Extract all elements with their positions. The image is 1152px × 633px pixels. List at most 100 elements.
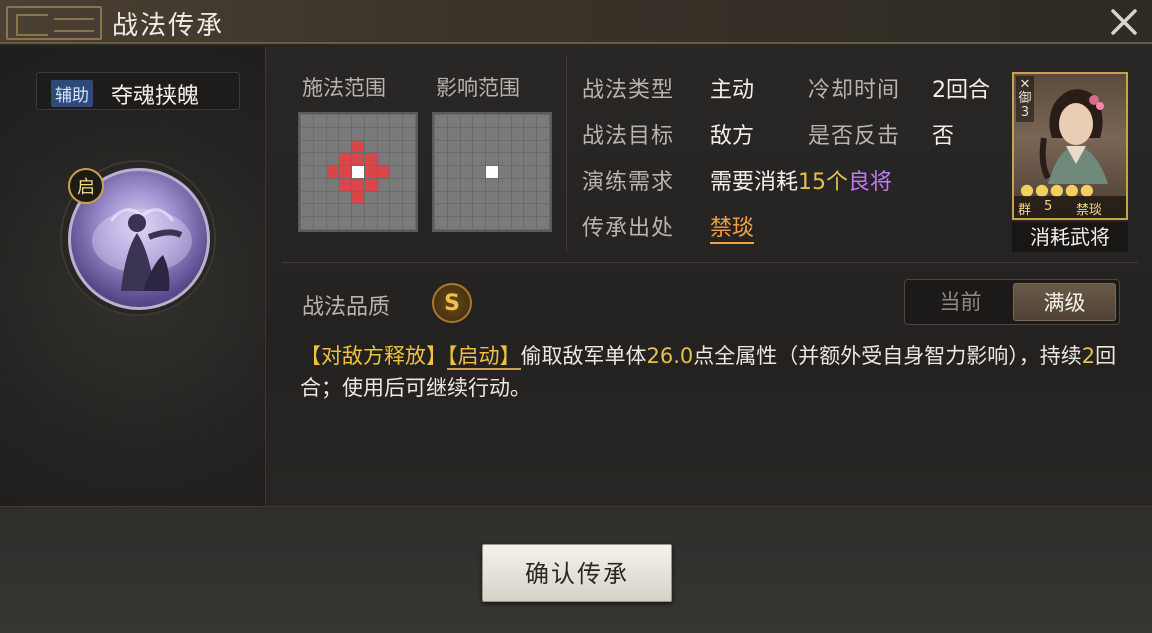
grid-cell — [313, 178, 326, 191]
grid-cell — [460, 166, 473, 178]
grid-cell — [403, 153, 415, 166]
grid-cell — [524, 191, 537, 204]
grid-cell — [313, 153, 326, 166]
grid-cell — [301, 115, 313, 127]
general-card-footer: 群 5 禁琰 — [1014, 196, 1126, 218]
grid-cell — [390, 166, 403, 178]
grid-cell — [537, 166, 549, 178]
grid-cell — [498, 191, 511, 204]
grid-cell — [313, 115, 326, 127]
grid-cell — [339, 191, 352, 204]
grid-cell-range — [339, 153, 352, 166]
consume-general-label: 消耗武将 — [1012, 222, 1128, 252]
grid-cell — [447, 153, 460, 166]
grid-cell — [498, 127, 511, 140]
grid-cell — [326, 204, 339, 217]
requirement-value: 需要消耗15个良将 — [710, 164, 892, 196]
toggle-current[interactable]: 当前 — [909, 283, 1012, 321]
grid-cell — [390, 140, 403, 153]
skill-name-tag: 辅助 夺魂挟魄 — [36, 72, 240, 110]
grid-cell — [403, 127, 415, 140]
grid-cell — [377, 217, 390, 229]
grid-cell-range — [326, 166, 339, 178]
grid-cell — [460, 178, 473, 191]
grid-cell — [313, 166, 326, 178]
desc-tag-trigger[interactable]: 【启动】 — [447, 344, 521, 370]
grid-cell — [473, 127, 486, 140]
grid-cell — [301, 204, 313, 217]
grid-cell — [460, 127, 473, 140]
grid-cell — [537, 115, 549, 127]
grid-cell-range — [352, 140, 364, 153]
grid-cell — [460, 191, 473, 204]
grid-cell — [486, 217, 498, 229]
grid-cell — [447, 115, 460, 127]
effect-range-label: 影响范围 — [436, 76, 520, 100]
grid-cell — [524, 140, 537, 153]
target-value: 敌方 — [710, 124, 755, 149]
grid-cell — [339, 127, 352, 140]
grid-cell — [511, 166, 524, 178]
grid-cell — [364, 191, 377, 204]
grid-cell — [435, 217, 447, 229]
counter-value: 否 — [932, 124, 955, 149]
grid-cell — [390, 127, 403, 140]
grid-cell — [435, 127, 447, 140]
grid-cell-range — [339, 178, 352, 191]
quality-grade-badge: S — [432, 283, 472, 323]
grid-cell — [498, 204, 511, 217]
grid-cell — [390, 178, 403, 191]
grid-cell — [473, 191, 486, 204]
grid-cell — [326, 140, 339, 153]
grid-cell — [435, 178, 447, 191]
grid-cell — [498, 115, 511, 127]
counter-label: 是否反击 — [808, 124, 901, 149]
grid-cell — [301, 153, 313, 166]
grid-cell — [486, 204, 498, 217]
grid-cell — [403, 217, 415, 229]
grid-cell — [537, 153, 549, 166]
grid-cell — [377, 127, 390, 140]
grid-cell — [377, 115, 390, 127]
grid-cell — [447, 204, 460, 217]
requirement-prefix: 需要消耗 — [710, 170, 799, 195]
grid-cell — [460, 217, 473, 229]
grid-cell — [486, 191, 498, 204]
grid-cell — [301, 166, 313, 178]
grid-cell — [390, 153, 403, 166]
grid-cell — [511, 204, 524, 217]
grid-cell — [313, 217, 326, 229]
grid-cell — [511, 217, 524, 229]
grid-cell — [447, 191, 460, 204]
grid-cell — [524, 166, 537, 178]
effect-range-grid — [432, 112, 552, 232]
origin-general-link[interactable]: 禁琰 — [710, 210, 755, 244]
grid-cell — [447, 166, 460, 178]
toggle-max-level[interactable]: 满级 — [1013, 283, 1116, 321]
grid-cell — [377, 153, 390, 166]
grid-cell-range — [339, 166, 352, 178]
grid-cell — [390, 204, 403, 217]
confirm-inherit-button[interactable]: 确认传承 — [482, 544, 672, 602]
grid-cell — [403, 115, 415, 127]
grid-cell — [537, 191, 549, 204]
grid-cell — [460, 204, 473, 217]
grid-cell — [364, 127, 377, 140]
grid-cell — [301, 217, 313, 229]
grid-cell — [339, 204, 352, 217]
grid-cell — [364, 204, 377, 217]
close-button[interactable] — [1108, 6, 1140, 38]
general-card[interactable]: ✕ 御 3 ●●●●● 群 5 禁琰 — [1012, 72, 1128, 220]
requirement-count: 15个 — [798, 170, 849, 195]
skill-type-label: 战法类型 — [582, 78, 675, 103]
divider — [566, 56, 567, 252]
title-bar: 战法传承 — [0, 0, 1152, 44]
grid-cell — [447, 127, 460, 140]
grid-cell-range — [352, 191, 364, 204]
general-side-info: ✕ 御 3 — [1016, 76, 1034, 122]
grid-cell — [326, 115, 339, 127]
grid-cell — [537, 204, 549, 217]
quality-label: 战法品质 — [302, 295, 391, 320]
cooldown-value: 2回合 — [932, 78, 990, 103]
skill-name: 夺魂挟魄 — [111, 84, 200, 109]
